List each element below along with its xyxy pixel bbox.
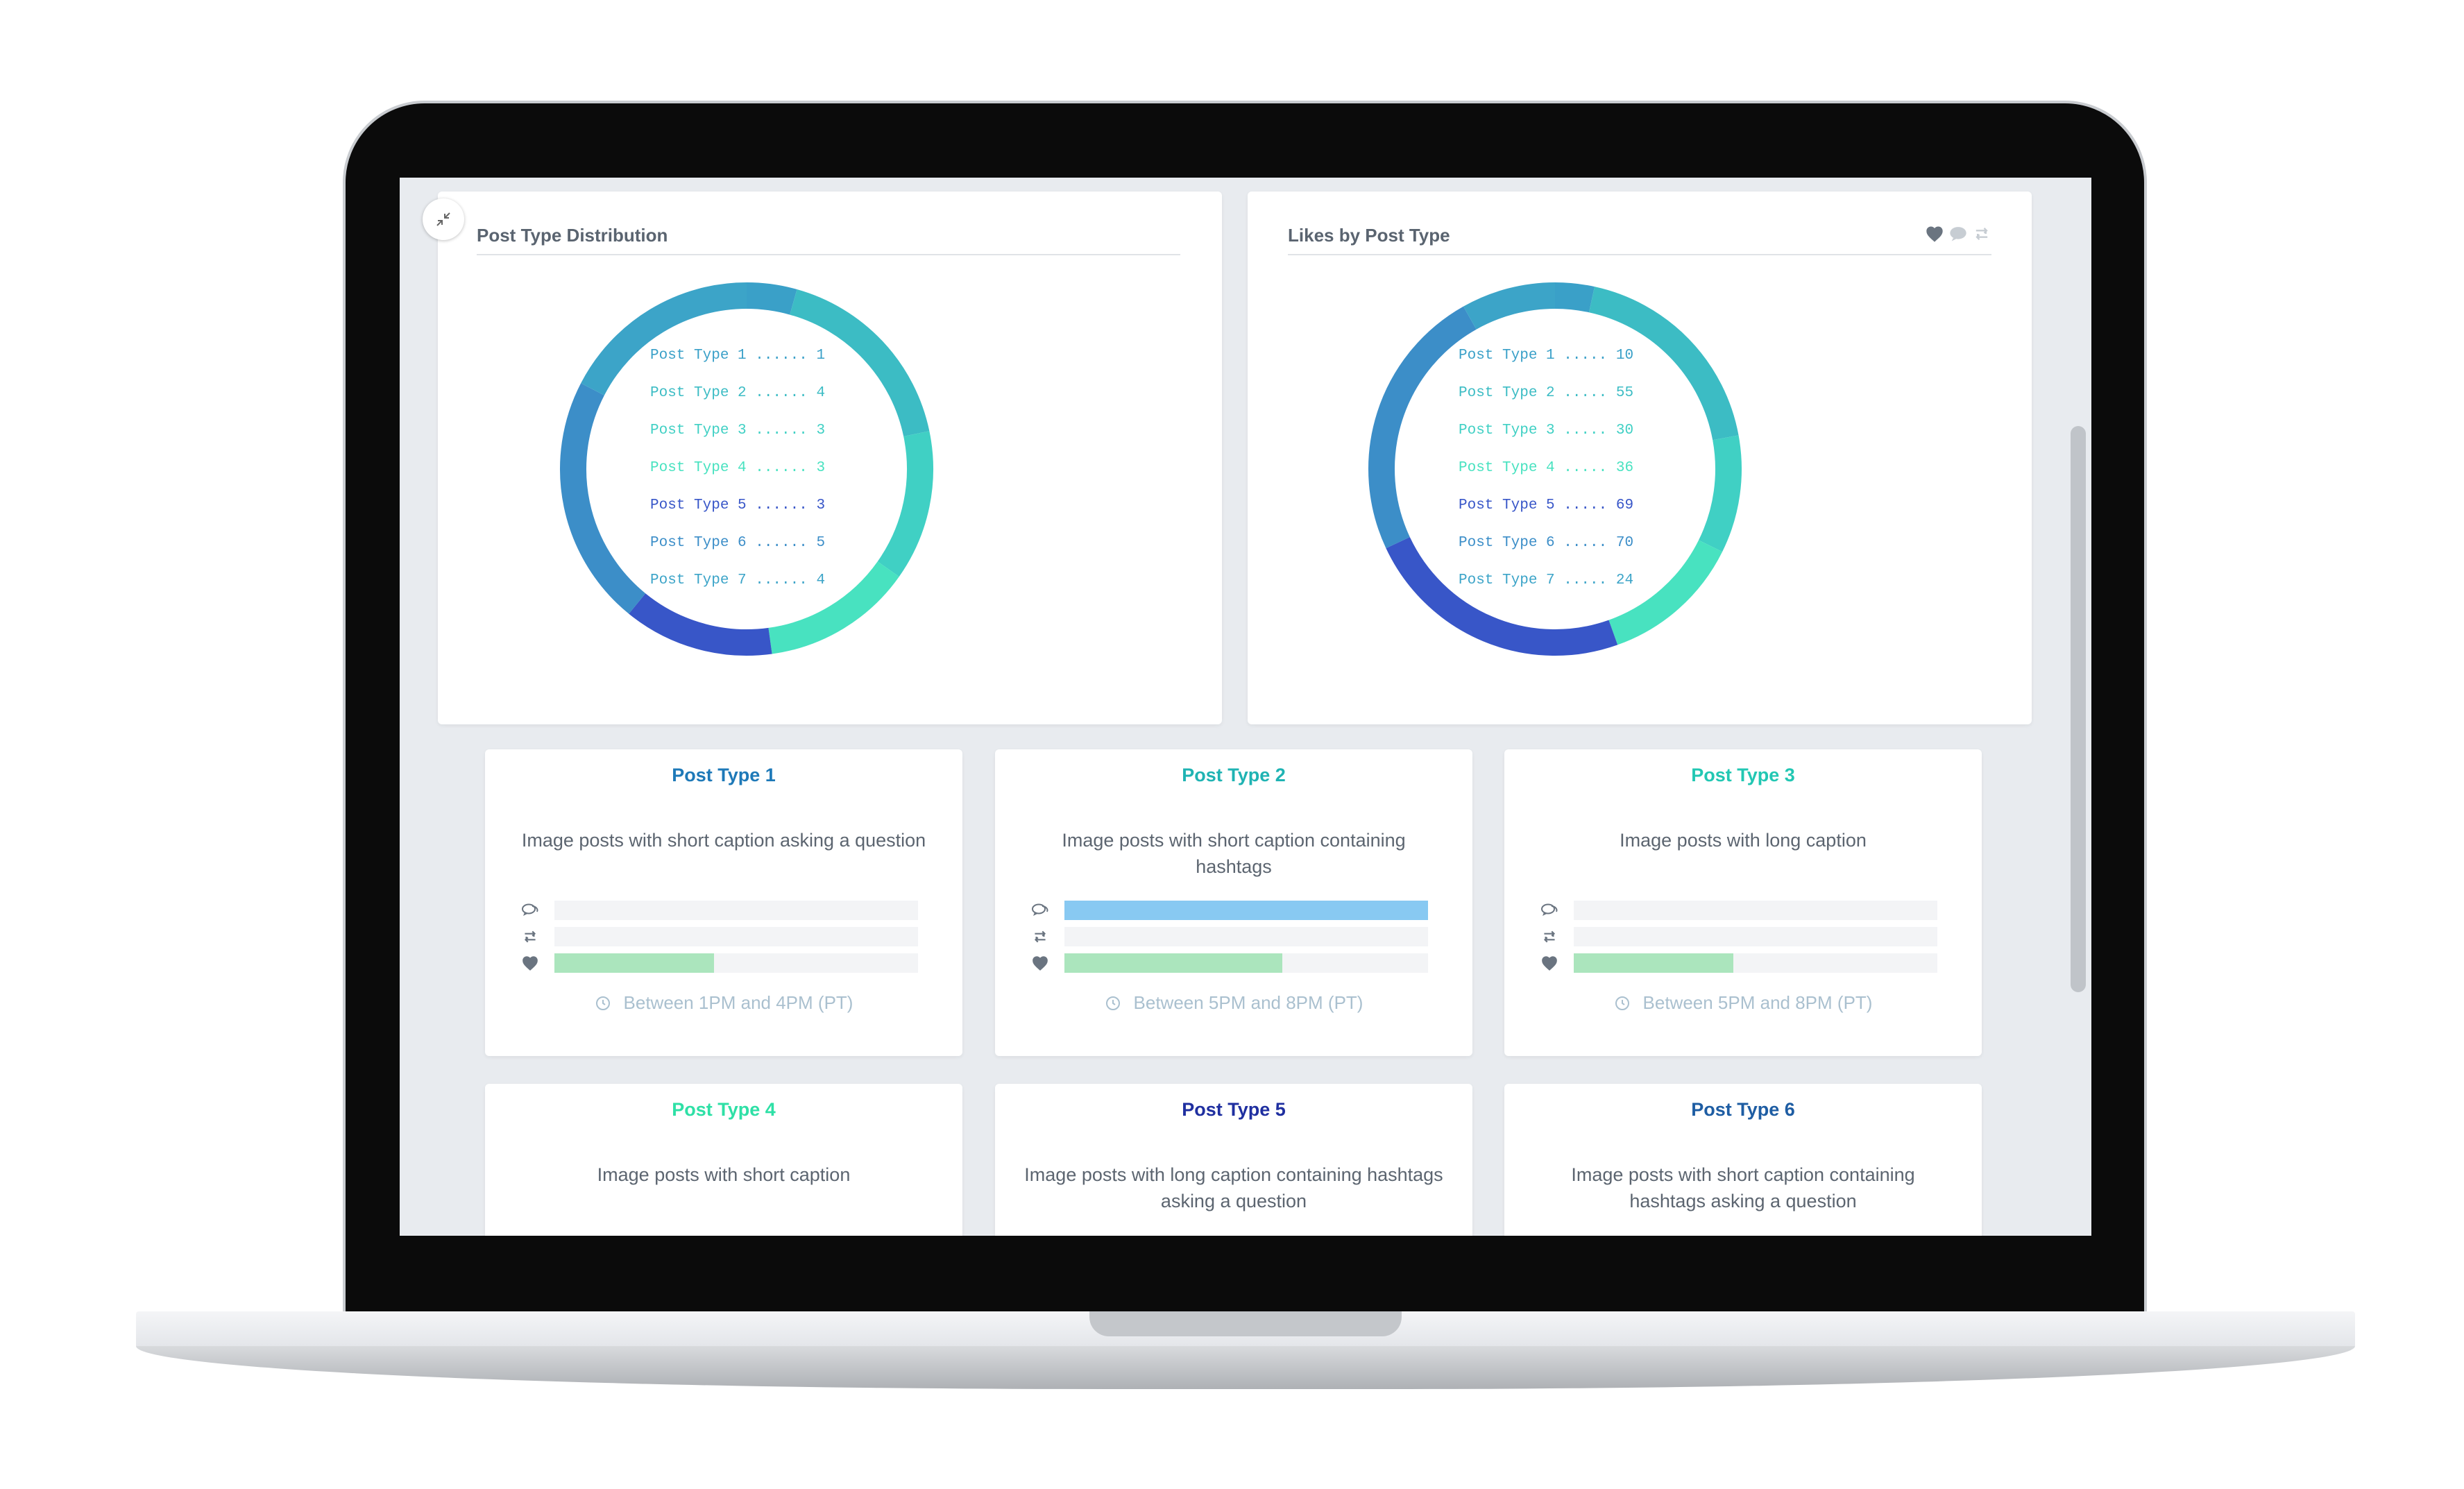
legend-item: Post Type 5 ...... 3 (650, 497, 826, 513)
legend-item: Post Type 1 ...... 1 (650, 348, 826, 364)
comment-icon (1030, 901, 1051, 920)
scrollbar[interactable] (2071, 426, 2086, 992)
panel-title: Post Type Distribution (477, 225, 668, 246)
card-description: Image posts with long caption containing… (1024, 1164, 1443, 1211)
laptop-notch (1089, 1311, 1402, 1336)
card-title: Post Type 5 (1182, 1099, 1286, 1120)
metric-row (1030, 953, 1428, 973)
post-type-card[interactable]: Post Type 4 Image posts with short capti… (485, 1084, 962, 1236)
retweet-icon (1539, 927, 1560, 946)
metric-bar-track (554, 901, 918, 920)
metric-bar-track (1573, 901, 1937, 920)
likes-legend: Post Type 1 ..... 10 Post Type 2 ..... 55… (1459, 337, 1633, 599)
legend-item: Post Type 4 ...... 3 (650, 460, 826, 476)
distribution-panel: Post Type Distribution Post Type 1 .....… (423, 192, 1222, 724)
metric-bar-track (554, 953, 918, 973)
card-title: Post Type 4 (672, 1099, 776, 1120)
laptop-base-shadow (136, 1346, 2355, 1389)
heart-icon[interactable] (1925, 225, 1944, 243)
dashboard-screen: Post Type Distribution Post Type 1 .....… (400, 178, 2091, 1236)
legend-item: Post Type 1 ..... 10 (1459, 348, 1634, 364)
post-type-card[interactable]: Post Type 2 Image posts with short capti… (995, 749, 1472, 1056)
heart-icon (520, 953, 541, 973)
metric-row (1539, 927, 1937, 946)
metric-bar-fill (554, 953, 715, 973)
card-title: Post Type 3 (1691, 765, 1795, 785)
retweet-icon[interactable] (1972, 225, 1991, 243)
metric-bar-track (1573, 927, 1937, 946)
collapse-button[interactable] (423, 198, 464, 240)
metric-row (520, 927, 918, 946)
legend-item: Post Type 6 ..... 70 (1459, 535, 1634, 551)
legend-item: Post Type 2 ..... 55 (1459, 385, 1634, 401)
heart-icon (1030, 953, 1051, 973)
legend-item: Post Type 7 ...... 4 (650, 572, 826, 588)
collapse-icon (436, 212, 450, 226)
metric-switcher (1925, 225, 1991, 243)
legend-item: Post Type 4 ..... 36 (1459, 460, 1634, 476)
post-type-card[interactable]: Post Type 3 Image posts with long captio… (1504, 749, 1982, 1056)
posting-time-text: Between 5PM and 8PM (PT) (1642, 992, 1873, 1013)
legend-item: Post Type 2 ...... 4 (650, 385, 826, 401)
donut-slice[interactable] (1554, 282, 1595, 313)
distribution-legend: Post Type 1 ...... 1 Post Type 2 ...... 4… (650, 337, 825, 599)
legend-item: Post Type 7 ..... 24 (1459, 572, 1634, 588)
metric-row (1030, 901, 1428, 920)
metric-row (1539, 901, 1937, 920)
metric-row (1539, 953, 1937, 973)
legend-item: Post Type 6 ...... 5 (650, 535, 826, 551)
donut-slice[interactable] (1463, 282, 1556, 330)
donut-slice[interactable] (1368, 306, 1477, 549)
comment-icon[interactable] (1948, 225, 1968, 243)
metric-bar-track (554, 927, 918, 946)
legend-item: Post Type 3 ..... 30 (1459, 423, 1634, 439)
metric-row (1030, 927, 1428, 946)
metric-bar-fill (1573, 953, 1734, 973)
posting-time: Between 1PM and 4PM (PT) (485, 992, 962, 1014)
metric-bar-fill (1064, 953, 1283, 973)
card-description: Image posts with long caption (1620, 830, 1867, 851)
card-title: Post Type 6 (1691, 1099, 1795, 1120)
donut-slice[interactable] (1698, 435, 1742, 552)
panel-divider (1288, 254, 1991, 255)
legend-item: Post Type 3 ...... 3 (650, 423, 826, 439)
card-description: Image posts with short caption containin… (1062, 830, 1406, 877)
comment-icon (1539, 901, 1560, 920)
metric-row (520, 901, 918, 920)
card-description: Image posts with short caption (597, 1164, 851, 1185)
metric-bar-track (1064, 953, 1428, 973)
panel-title: Likes by Post Type (1288, 225, 1450, 246)
donut-slice[interactable] (746, 282, 797, 315)
card-description: Image posts with short caption containin… (1571, 1164, 1915, 1211)
clock-icon (595, 996, 610, 1010)
post-type-card[interactable]: Post Type 5 Image posts with long captio… (995, 1084, 1472, 1236)
posting-time: Between 5PM and 8PM (PT) (1504, 992, 1982, 1014)
metric-bar-track (1064, 901, 1428, 920)
metric-bar-track (1573, 953, 1937, 973)
card-title: Post Type 1 (672, 765, 776, 785)
retweet-icon (520, 927, 541, 946)
card-title: Post Type 2 (1182, 765, 1286, 785)
donut-slice[interactable] (560, 383, 646, 614)
retweet-icon (1030, 927, 1051, 946)
post-type-card[interactable]: Post Type 1 Image posts with short capti… (485, 749, 962, 1056)
heart-icon (1539, 953, 1560, 973)
likes-panel: Likes by Post Type Post Type 1 ..... 10 P… (1248, 192, 2032, 724)
donut-slice[interactable] (629, 593, 772, 656)
card-description: Image posts with short caption asking a … (521, 830, 926, 851)
posting-time: Between 5PM and 8PM (PT) (995, 992, 1472, 1014)
panel-divider (477, 254, 1180, 255)
metric-bar-track (1064, 927, 1428, 946)
comment-icon (520, 901, 541, 920)
posting-time-text: Between 5PM and 8PM (PT) (1133, 992, 1363, 1013)
clock-icon (1615, 996, 1629, 1010)
clock-icon (1105, 996, 1120, 1010)
metric-bar-fill (1064, 901, 1428, 920)
posting-time-text: Between 1PM and 4PM (PT) (623, 992, 853, 1013)
legend-item: Post Type 5 ..... 69 (1459, 497, 1634, 513)
metric-row (520, 953, 918, 973)
donut-slice[interactable] (877, 431, 933, 577)
post-type-card[interactable]: Post Type 6 Image posts with short capti… (1504, 1084, 1982, 1236)
